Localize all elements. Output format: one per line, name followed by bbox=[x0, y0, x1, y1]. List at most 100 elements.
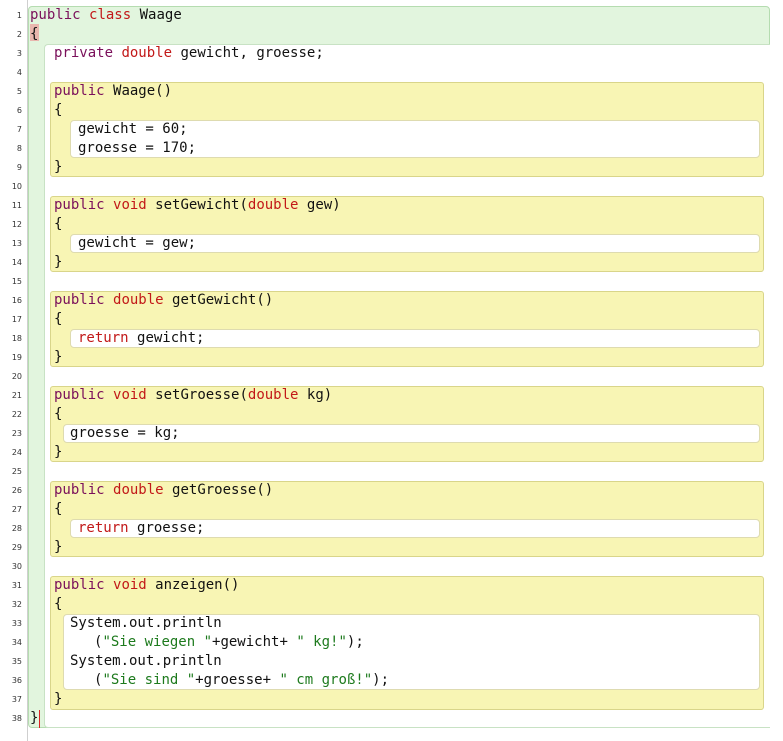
line-number: 24 bbox=[11, 448, 22, 457]
method-name: setGroesse( bbox=[155, 387, 248, 403]
code-line-23[interactable]: groesse = kg; bbox=[70, 424, 180, 443]
code-line-17[interactable]: { bbox=[54, 310, 62, 329]
concat-expr: +groesse+ bbox=[195, 672, 280, 688]
method-name: anzeigen() bbox=[155, 577, 240, 593]
keyword-class: class bbox=[89, 7, 132, 23]
line-number: 25 bbox=[11, 467, 22, 476]
keyword-public: public bbox=[54, 197, 105, 213]
code-line-16[interactable]: public double getGewicht() bbox=[54, 291, 273, 310]
open-brace: { bbox=[54, 216, 63, 232]
code-editor[interactable]: 1 2 3 4 5 6 7 8 9 10 11 12 13 14 15 16 17 18 19 20 21 22 23 24 2… bbox=[0, 0, 783, 741]
line-number: 16 bbox=[11, 296, 22, 305]
method-name: getGewicht() bbox=[172, 292, 274, 308]
line-number: 8 bbox=[16, 144, 22, 153]
code-line-1[interactable]: public class Waage bbox=[30, 6, 182, 25]
code-line-14[interactable]: } bbox=[54, 253, 62, 272]
code-line-6[interactable]: { bbox=[54, 101, 62, 120]
code-line-8[interactable]: groesse = 170; bbox=[78, 139, 196, 158]
line-number: 37 bbox=[11, 695, 22, 704]
keyword-public: public bbox=[30, 7, 81, 23]
keyword-return: return bbox=[78, 330, 129, 346]
line-number: 31 bbox=[11, 581, 22, 590]
keyword-private: private bbox=[54, 45, 114, 61]
code-line-3[interactable]: private double gewicht, groesse; bbox=[54, 44, 324, 63]
code-line-7[interactable]: gewicht = 60; bbox=[78, 120, 188, 139]
line-number: 18 bbox=[11, 334, 22, 343]
code-line-22[interactable]: { bbox=[54, 405, 62, 424]
keyword-public: public bbox=[54, 577, 105, 593]
param-name: gew) bbox=[306, 197, 341, 213]
line-number: 10 bbox=[11, 182, 22, 191]
class-open-brace: { bbox=[30, 26, 39, 42]
code-line-28[interactable]: return groesse; bbox=[78, 519, 204, 538]
method-name: setGewicht( bbox=[155, 197, 248, 213]
println-call: System.out.println bbox=[70, 615, 222, 631]
code-line-26[interactable]: public double getGroesse() bbox=[54, 481, 273, 500]
code-line-9[interactable]: } bbox=[54, 158, 62, 177]
line-number: 34 bbox=[11, 638, 22, 647]
line-number: 14 bbox=[11, 258, 22, 267]
paren-close: ); bbox=[346, 634, 364, 650]
line-number: 29 bbox=[11, 543, 22, 552]
code-line-38[interactable]: } bbox=[30, 709, 38, 728]
code-line-36[interactable]: ("Sie sind "+groesse+ " cm groß!"); bbox=[94, 671, 389, 690]
code-line-27[interactable]: { bbox=[54, 500, 62, 519]
open-brace: { bbox=[54, 406, 63, 422]
code-line-24[interactable]: } bbox=[54, 443, 62, 462]
class-close-brace: } bbox=[30, 710, 39, 726]
code-line-37[interactable]: } bbox=[54, 690, 62, 709]
class-name: Waage bbox=[139, 7, 182, 23]
param-name: kg) bbox=[306, 387, 333, 403]
keyword-return: return bbox=[78, 520, 129, 536]
line-number: 12 bbox=[11, 220, 22, 229]
line-number: 4 bbox=[16, 68, 22, 77]
keyword-public: public bbox=[54, 83, 105, 99]
line-number: 6 bbox=[16, 106, 22, 115]
close-brace: } bbox=[54, 349, 63, 365]
type-double: double bbox=[121, 45, 173, 61]
close-brace: } bbox=[54, 691, 63, 707]
code-line-32[interactable]: { bbox=[54, 595, 62, 614]
code-line-2[interactable]: { bbox=[30, 25, 38, 44]
line-number: 28 bbox=[11, 524, 22, 533]
line-number: 21 bbox=[11, 391, 22, 400]
line-number: 5 bbox=[16, 87, 22, 96]
param-type: double bbox=[247, 197, 299, 213]
code-line-12[interactable]: { bbox=[54, 215, 62, 234]
param-type: double bbox=[247, 387, 299, 403]
line-number: 23 bbox=[11, 429, 22, 438]
string-literal: " kg!" bbox=[296, 634, 347, 650]
code-line-29[interactable]: } bbox=[54, 538, 62, 557]
keyword-void: void bbox=[113, 197, 147, 213]
close-brace: } bbox=[54, 159, 63, 175]
code-line-19[interactable]: } bbox=[54, 348, 62, 367]
open-brace: { bbox=[54, 596, 63, 612]
code-line-13[interactable]: gewicht = gew; bbox=[78, 234, 196, 253]
close-brace: } bbox=[54, 254, 63, 270]
line-number: 22 bbox=[11, 410, 22, 419]
code-line-33[interactable]: System.out.println bbox=[70, 614, 222, 633]
open-brace: { bbox=[54, 102, 63, 118]
line-number: 2 bbox=[16, 30, 22, 39]
keyword-public: public bbox=[54, 387, 105, 403]
close-brace: } bbox=[54, 444, 63, 460]
keyword-void: void bbox=[113, 387, 147, 403]
open-brace: { bbox=[54, 311, 63, 327]
code-line-35[interactable]: System.out.println bbox=[70, 652, 222, 671]
line-number: 17 bbox=[11, 315, 22, 324]
line-number: 36 bbox=[11, 676, 22, 685]
code-line-21[interactable]: public void setGroesse(double kg) bbox=[54, 386, 332, 405]
code-line-18[interactable]: return gewicht; bbox=[78, 329, 204, 348]
code-line-34[interactable]: ("Sie wiegen "+gewicht+ " kg!"); bbox=[94, 633, 364, 652]
code-line-11[interactable]: public void setGewicht(double gew) bbox=[54, 196, 341, 215]
concat-expr: +gewicht+ bbox=[212, 634, 297, 650]
line-number: 9 bbox=[16, 163, 22, 172]
close-brace: } bbox=[54, 539, 63, 555]
code-line-5[interactable]: public Waage() bbox=[54, 82, 172, 101]
return-value: groesse; bbox=[137, 520, 205, 536]
statement: groesse = 170; bbox=[78, 140, 197, 156]
type-double: double bbox=[113, 482, 164, 498]
line-number: 13 bbox=[11, 239, 22, 248]
line-number: 35 bbox=[11, 657, 22, 666]
code-line-31[interactable]: public void anzeigen() bbox=[54, 576, 239, 595]
